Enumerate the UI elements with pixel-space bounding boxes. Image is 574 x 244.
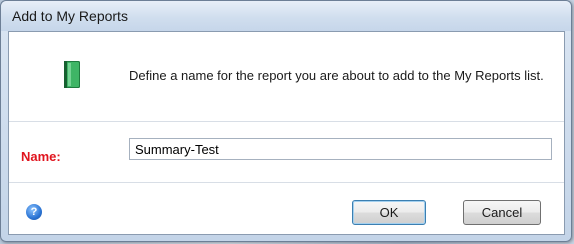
help-icon[interactable]: ? bbox=[26, 204, 42, 220]
ok-button[interactable]: OK bbox=[352, 200, 426, 225]
dialog-title: Add to My Reports bbox=[12, 8, 128, 24]
title-bar[interactable]: Add to My Reports bbox=[1, 1, 571, 31]
green-book-icon bbox=[64, 61, 80, 88]
dialog-message: Define a name for the report you are abo… bbox=[129, 68, 544, 83]
separator bbox=[9, 182, 564, 183]
add-to-my-reports-dialog: Add to My Reports Define a name for the … bbox=[0, 0, 572, 242]
name-label: Name: bbox=[21, 149, 61, 164]
separator bbox=[9, 121, 564, 122]
cancel-button[interactable]: Cancel bbox=[463, 200, 541, 225]
name-input[interactable] bbox=[129, 138, 552, 160]
dialog-body: Define a name for the report you are abo… bbox=[8, 31, 565, 235]
